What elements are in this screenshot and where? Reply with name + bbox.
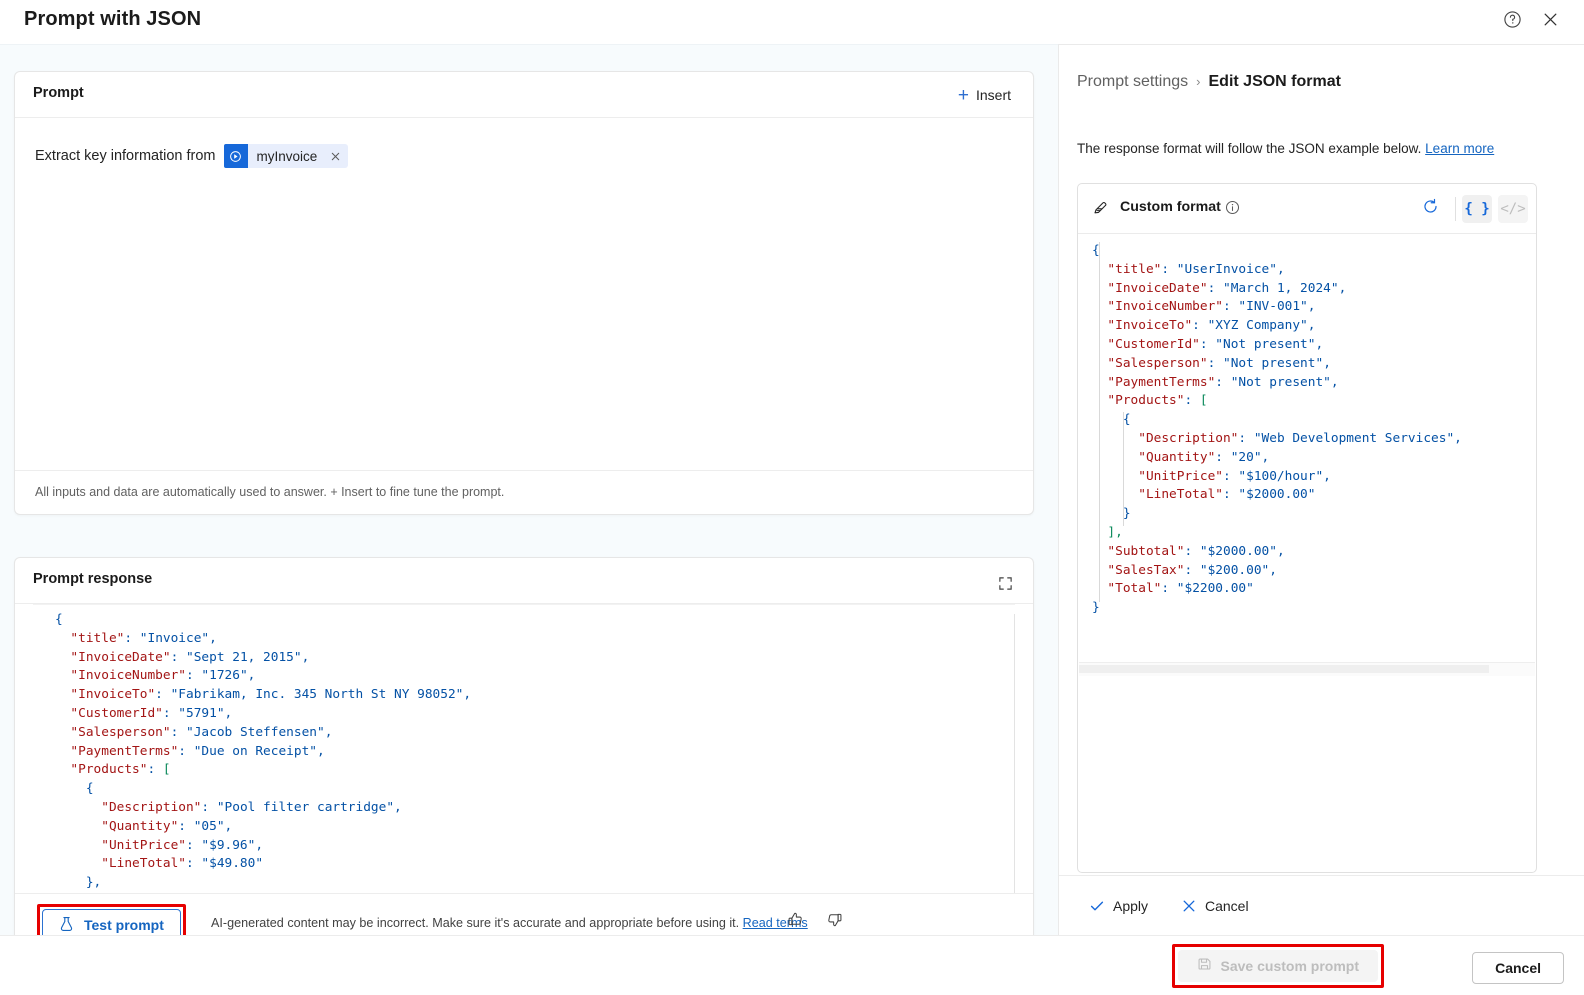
plus-icon: + — [957, 84, 969, 106]
breadcrumb-separator-icon: › — [1196, 74, 1201, 89]
save-button-annotation: Save custom prompt — [1171, 944, 1384, 988]
settings-cancel-button[interactable]: Cancel — [1173, 890, 1257, 922]
save-custom-prompt-button[interactable]: Save custom prompt — [1177, 950, 1378, 982]
prompt-editor[interactable]: Extract key information from myInvoice — [15, 118, 1033, 470]
response-heading: Prompt response — [33, 571, 153, 587]
window-actions — [1496, 5, 1566, 37]
prompt-card: Prompt + Insert Extract key information … — [14, 71, 1034, 515]
breadcrumb-parent[interactable]: Prompt settings — [1077, 73, 1188, 91]
code-view-toggle[interactable]: </> — [1498, 195, 1528, 223]
custom-format-header: Custom format { } </> — [1078, 184, 1536, 234]
response-card-header: Prompt response — [15, 558, 1033, 604]
header-divider — [1455, 197, 1456, 221]
chip-remove-icon[interactable] — [326, 147, 344, 165]
settings-description-text: The response format will follow the JSON… — [1077, 141, 1422, 156]
prompt-card-footer: All inputs and data are automatically us… — [15, 470, 1033, 514]
help-button[interactable] — [1496, 5, 1528, 37]
expand-response-button[interactable] — [989, 569, 1021, 601]
custom-format-json-code: { "title": "UserInvoice", "InvoiceDate":… — [1092, 243, 1462, 616]
response-code-viewer[interactable]: { "title": "Invoice", "InvoiceDate": "Se… — [33, 604, 1015, 893]
info-icon[interactable] — [1225, 200, 1240, 220]
input-chip-myinvoice[interactable]: myInvoice — [223, 144, 349, 168]
settings-description: The response format will follow the JSON… — [1077, 141, 1494, 156]
close-icon — [1542, 11, 1559, 31]
indent-guide — [1123, 412, 1124, 526]
thumbs-down-icon[interactable] — [826, 911, 843, 933]
footer-cancel-button[interactable]: Cancel — [1472, 952, 1564, 984]
prompt-response-card: Prompt response { "title": "Invoice", "I… — [14, 557, 1034, 955]
prompt-static-text: Extract key information from — [35, 148, 216, 164]
close-icon — [1181, 898, 1197, 914]
custom-format-title: Custom format — [1120, 199, 1221, 215]
close-button[interactable] — [1534, 5, 1566, 37]
flask-icon — [59, 916, 74, 935]
learn-more-link[interactable]: Learn more — [1425, 141, 1494, 156]
custom-format-editor[interactable]: { "title": "UserInvoice", "InvoiceDate":… — [1078, 234, 1536, 872]
indent-guide — [1099, 242, 1100, 602]
response-vertical-rule — [1014, 614, 1015, 893]
pen-edit-icon — [1092, 199, 1109, 221]
feedback-icons — [787, 911, 843, 933]
breadcrumb: Prompt settings › Edit JSON format — [1077, 73, 1341, 91]
editor-horizontal-scrollbar[interactable] — [1079, 662, 1535, 676]
chip-label: myInvoice — [256, 148, 318, 164]
dialog-footer: Save custom prompt Cancel — [0, 935, 1584, 995]
settings-actions: Apply Cancel — [1059, 875, 1584, 936]
test-prompt-label: Test prompt — [84, 917, 164, 933]
prompt-heading: Prompt — [33, 85, 84, 101]
thumbs-up-icon[interactable] — [787, 911, 804, 933]
insert-button[interactable]: + Insert — [950, 81, 1019, 109]
prompt-card-header: Prompt + Insert — [15, 72, 1033, 118]
reset-icon[interactable] — [1421, 197, 1440, 221]
scrollbar-thumb[interactable] — [1079, 665, 1489, 673]
expand-icon — [998, 576, 1013, 594]
apply-label: Apply — [1113, 898, 1149, 914]
apply-button[interactable]: Apply — [1081, 890, 1156, 922]
power-automate-icon — [223, 144, 248, 168]
page-title: Prompt with JSON — [24, 8, 202, 30]
prompt-hint: All inputs and data are automatically us… — [35, 485, 505, 499]
save-custom-prompt-label: Save custom prompt — [1220, 958, 1359, 974]
save-disk-icon — [1197, 957, 1212, 975]
ai-disclaimer-text: AI-generated content may be incorrect. M… — [211, 916, 740, 930]
prompt-text-line: Extract key information from myInvoice — [35, 144, 349, 168]
left-pane: Prompt + Insert Extract key information … — [0, 44, 1058, 955]
settings-cancel-label: Cancel — [1205, 898, 1249, 914]
window-title-bar: Prompt with JSON — [0, 0, 1584, 44]
insert-label: Insert — [975, 87, 1011, 103]
ai-disclaimer: AI-generated content may be incorrect. M… — [211, 916, 808, 930]
json-view-toggle[interactable]: { } — [1462, 195, 1492, 223]
response-json-code: { "title": "Invoice", "InvoiceDate": "Se… — [55, 612, 472, 891]
prompt-settings-pane: Prompt settings › Edit JSON format The r… — [1058, 44, 1584, 935]
custom-format-card: Custom format { } </> { "title": "UserIn… — [1077, 183, 1537, 873]
breadcrumb-current: Edit JSON format — [1208, 73, 1341, 90]
help-circle-icon — [1503, 10, 1522, 32]
checkmark-icon — [1089, 898, 1105, 914]
